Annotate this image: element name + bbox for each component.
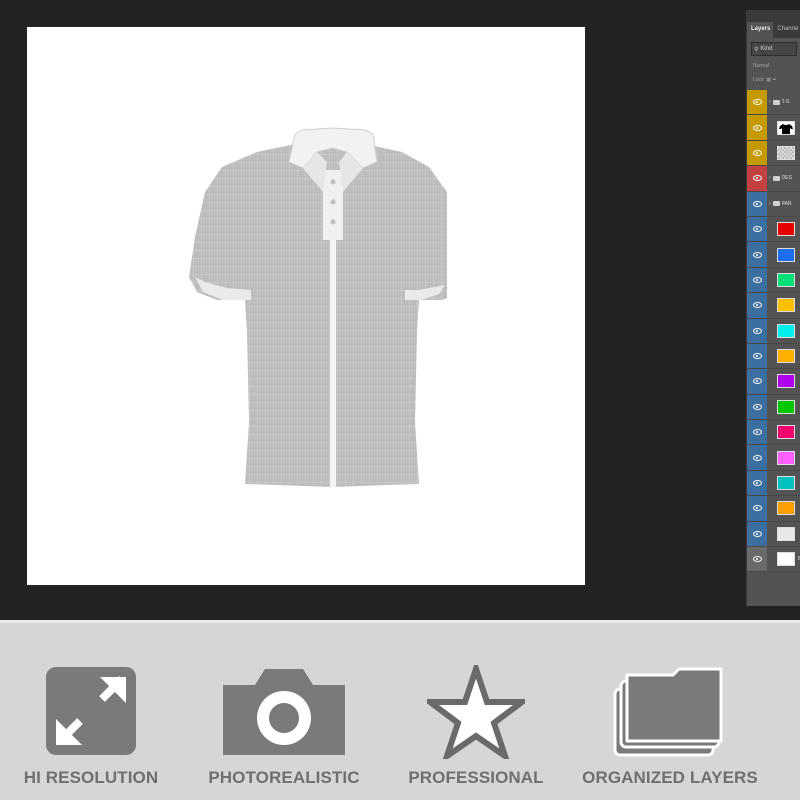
- chevron-icon[interactable]: ›: [769, 99, 771, 105]
- layer-row[interactable]: BA: [747, 547, 800, 573]
- layer-thumbnail: [777, 323, 795, 338]
- visibility-eye-icon[interactable]: [747, 166, 767, 191]
- layer-group-label: › T-S: [769, 99, 789, 105]
- document-canvas[interactable]: [27, 27, 585, 585]
- layer-thumbnail: [777, 476, 795, 491]
- photoshop-workspace: Layers Channe ⚲ Kind Normal Lock: ▦ ✒ › T…: [0, 0, 800, 620]
- layer-thumbnail: [777, 552, 795, 567]
- layer-thumbnail: [777, 145, 795, 160]
- feature-professional: PROFESSIONAL: [376, 665, 576, 787]
- layer-row[interactable]: [747, 140, 800, 167]
- chevron-icon[interactable]: ›: [769, 175, 771, 181]
- layer-group-row[interactable]: › PAR: [747, 191, 800, 217]
- feature-label: PROFESSIONAL: [408, 768, 544, 787]
- features-banner: HI RESOLUTION PHOTOREALISTIC PROFESSIONA…: [0, 620, 800, 800]
- tab-channels[interactable]: Channe: [773, 22, 800, 38]
- layer-group-name: PAR: [781, 200, 792, 207]
- layer-list: › T-S › DES › PAR BA: [747, 90, 800, 573]
- layer-row[interactable]: [747, 343, 800, 370]
- layer-thumbnail: [777, 298, 795, 313]
- blend-mode-select[interactable]: Normal: [753, 63, 800, 71]
- visibility-eye-icon[interactable]: [747, 394, 767, 420]
- visibility-eye-icon[interactable]: [747, 216, 767, 242]
- visibility-eye-icon[interactable]: [747, 242, 767, 267]
- layer-group-row[interactable]: › DES: [747, 166, 800, 192]
- layer-row[interactable]: [747, 420, 800, 446]
- layer-row[interactable]: [747, 242, 800, 268]
- folder-icon: [772, 99, 780, 105]
- layer-thumbnail: [777, 272, 795, 287]
- layer-thumbnail: [777, 374, 795, 389]
- layer-thumbnail: [777, 526, 795, 541]
- visibility-eye-icon[interactable]: [747, 470, 767, 496]
- layer-thumbnail: [777, 349, 795, 364]
- layer-thumbnail: [777, 247, 795, 262]
- filter-kind-value: Kind: [760, 46, 773, 52]
- lock-pixels-icon[interactable]: ▦: [766, 77, 771, 83]
- layer-row[interactable]: [747, 216, 800, 243]
- layer-row[interactable]: [747, 496, 800, 522]
- feature-label: PHOTOREALISTIC: [208, 768, 360, 787]
- visibility-eye-icon[interactable]: [747, 318, 767, 343]
- feature-organized-layers: ORGANIZED LAYERS: [570, 665, 770, 787]
- layer-thumbnail: [777, 120, 795, 135]
- layer-thumbnail: [777, 222, 795, 237]
- layer-filter[interactable]: ⚲ Kind: [751, 42, 797, 56]
- expand-arrows-icon: [46, 667, 136, 755]
- visibility-eye-icon[interactable]: [747, 115, 767, 140]
- visibility-eye-icon[interactable]: [747, 90, 767, 115]
- feature-label: ORGANIZED LAYERS: [582, 768, 758, 787]
- visibility-eye-icon[interactable]: [747, 191, 767, 216]
- folder-icon: [772, 175, 780, 181]
- layer-row[interactable]: [747, 521, 800, 548]
- visibility-eye-icon[interactable]: [747, 445, 767, 470]
- layer-row[interactable]: [747, 394, 800, 421]
- visibility-eye-icon[interactable]: [747, 547, 767, 572]
- folder-icon: [772, 201, 780, 207]
- feature-hi-resolution: HI RESOLUTION: [0, 665, 191, 787]
- layer-row[interactable]: [747, 267, 800, 294]
- layer-group-name: T-S: [781, 99, 790, 106]
- panel-tabs: Layers Channe: [747, 10, 800, 38]
- layer-row[interactable]: [747, 115, 800, 141]
- layer-row[interactable]: [747, 293, 800, 319]
- layer-thumbnail: [777, 399, 795, 414]
- visibility-eye-icon[interactable]: [747, 496, 767, 521]
- visibility-eye-icon[interactable]: [747, 267, 767, 293]
- visibility-eye-icon[interactable]: [747, 420, 767, 445]
- layer-row[interactable]: [747, 369, 800, 395]
- search-icon: ⚲: [754, 46, 759, 53]
- polo-shirt-mockup: [189, 127, 447, 487]
- feature-photorealistic: PHOTOREALISTIC: [184, 665, 384, 787]
- layer-row[interactable]: [747, 470, 800, 497]
- layer-group-label: › PAR: [769, 201, 792, 207]
- feature-label: HI RESOLUTION: [23, 768, 159, 787]
- layer-row[interactable]: [747, 445, 800, 471]
- visibility-eye-icon[interactable]: [747, 369, 767, 394]
- layer-group-label: › DES: [769, 175, 792, 181]
- visibility-eye-icon[interactable]: [747, 521, 767, 547]
- lock-paint-icon[interactable]: ✒: [772, 77, 776, 83]
- visibility-eye-icon[interactable]: [747, 343, 767, 369]
- camera-icon: [223, 669, 345, 755]
- layer-group-name: DES: [781, 175, 792, 182]
- lock-row: Lock: ▦ ✒: [753, 77, 800, 85]
- visibility-eye-icon[interactable]: [747, 293, 767, 318]
- layers-stack-icon: [613, 667, 723, 757]
- layer-group-row[interactable]: › T-S: [747, 90, 800, 116]
- star-icon: [427, 665, 525, 759]
- chevron-icon[interactable]: ›: [769, 201, 771, 207]
- layers-panel: Layers Channe ⚲ Kind Normal Lock: ▦ ✒ › T…: [746, 10, 800, 606]
- layer-thumbnail: [777, 450, 795, 465]
- tab-layers[interactable]: Layers: [747, 22, 774, 38]
- layer-thumbnail: [777, 501, 795, 516]
- visibility-eye-icon[interactable]: [747, 140, 767, 166]
- layer-row[interactable]: [747, 318, 800, 344]
- lock-label: Lock:: [753, 77, 765, 83]
- layer-thumbnail: [777, 425, 795, 440]
